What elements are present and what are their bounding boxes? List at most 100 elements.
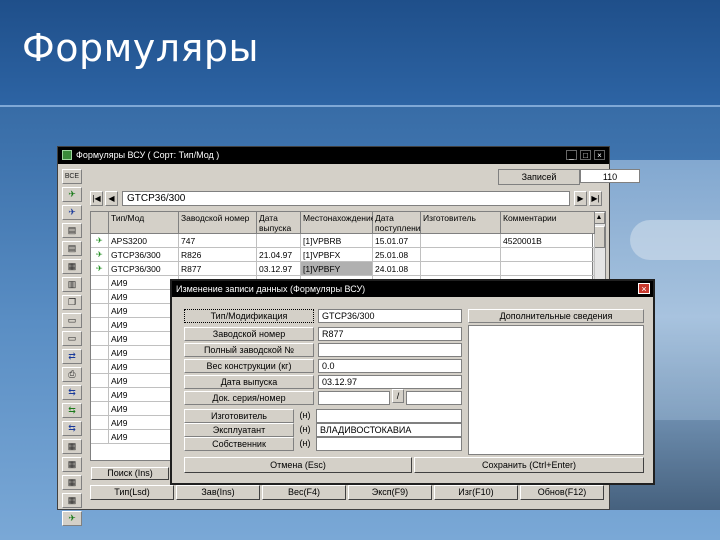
calc-icon[interactable]: ▦ — [62, 439, 82, 454]
table-row[interactable]: ✈ GTCP36/300 R826 21.04.97 [1]VPBFX 25.01.08 — [91, 248, 605, 262]
table-cell[interactable]: 21.04.97 — [257, 248, 301, 262]
prev-record-button[interactable]: ◀ — [105, 191, 118, 206]
table-cell[interactable]: АИ9 — [109, 276, 179, 290]
grid-icon-3[interactable]: ▦ — [62, 493, 82, 508]
table-cell[interactable]: 4520001B — [501, 234, 595, 248]
table-cell[interactable]: АИ9 — [109, 318, 179, 332]
footer-sort-button[interactable]: Обнов(F12) — [520, 485, 604, 500]
table-cell[interactable]: АИ9 — [109, 346, 179, 360]
chart-icon[interactable]: ▥ — [62, 277, 82, 292]
side-toolbar: ВСЕ ✈ ✈ ▤ ▤ ▦ ▥ ❐ ▭ ▭ ⇄ ⎙ ⇆ ⇆ ⇆ ▦ ▦ ▦ ▦ ✈ — [60, 167, 86, 526]
table-cell[interactable]: 25.01.08 — [373, 248, 421, 262]
slide-header: Формуляры — [0, 0, 720, 107]
transfer-icon[interactable]: ⇄ — [62, 349, 82, 364]
field-input[interactable]: 03.12.97 — [318, 375, 462, 389]
copy-icon[interactable]: ❐ — [62, 295, 82, 310]
table-cell[interactable] — [421, 262, 501, 276]
table-cell[interactable]: 15.01.07 — [373, 234, 421, 248]
field-input[interactable] — [318, 343, 462, 357]
column-header[interactable]: Дата поступления — [373, 212, 425, 234]
field-input[interactable] — [316, 409, 462, 423]
print-icon[interactable]: ⎙ — [62, 367, 82, 382]
table-cell[interactable]: АИ9 — [109, 374, 179, 388]
table-cell[interactable]: АИ9 — [109, 290, 179, 304]
table-cell[interactable]: 24.01.08 — [373, 262, 421, 276]
ref-marker: (н) — [299, 410, 311, 420]
find-button[interactable]: Поиск (Ins) — [91, 467, 169, 480]
minimize-button[interactable]: _ — [566, 150, 577, 160]
field-input[interactable]: GTCP36/300 — [318, 309, 462, 323]
current-record-field[interactable]: GTCP36/300 — [122, 191, 570, 206]
row-indicator — [91, 388, 109, 402]
table-cell[interactable]: R826 — [179, 248, 257, 262]
column-header[interactable]: Заводской номер — [179, 212, 257, 234]
table-cell[interactable]: АИ9 — [109, 430, 179, 444]
footer-sort-button[interactable]: Тип(Lsd) — [90, 485, 174, 500]
column-header[interactable]: Тип/Мод — [109, 212, 179, 234]
footer-sort-button[interactable]: Вес(F4) — [262, 485, 346, 500]
link-icon-2[interactable]: ⇆ — [62, 403, 82, 418]
field-input[interactable] — [316, 437, 462, 451]
maximize-button[interactable]: □ — [580, 150, 591, 160]
doc-icon-3[interactable]: ▦ — [62, 259, 82, 274]
field-input[interactable] — [318, 391, 390, 405]
table-cell[interactable]: АИ9 — [109, 332, 179, 346]
next-record-button[interactable]: ▶ — [574, 191, 587, 206]
table-cell[interactable] — [501, 248, 595, 262]
table-cell[interactable]: GTCP36/300 — [109, 262, 179, 276]
footer-sort-button[interactable]: Изг(F10) — [434, 485, 518, 500]
column-header[interactable]: Комментарии — [501, 212, 595, 234]
table-cell[interactable]: АИ9 — [109, 416, 179, 430]
cancel-button[interactable]: Отмена (Esc) — [184, 457, 412, 473]
column-header[interactable]: Изготовитель — [421, 212, 501, 234]
column-header[interactable]: Местонахождение — [301, 212, 375, 234]
table-cell[interactable]: АИ9 — [109, 402, 179, 416]
footer-sort-button[interactable]: Зав(Ins) — [176, 485, 260, 500]
table-cell[interactable]: GTCP36/300 — [109, 248, 179, 262]
table-cell[interactable]: 03.12.97 — [257, 262, 301, 276]
grid-icon-2[interactable]: ▦ — [62, 475, 82, 490]
close-button[interactable]: × — [594, 150, 605, 160]
row-indicator — [91, 360, 109, 374]
edit-record-dialog: Изменение записи данных (Формуляры ВСУ) … — [170, 279, 655, 485]
field-input[interactable]: R877 — [318, 327, 462, 341]
plane-icon[interactable]: ✈ — [62, 511, 82, 526]
table-cell[interactable] — [257, 234, 301, 248]
field-input[interactable]: 0.0 — [318, 359, 462, 373]
table-cell[interactable] — [501, 262, 595, 276]
table-cell[interactable]: [1]VPBRB — [301, 234, 373, 248]
doc-icon-2[interactable]: ▤ — [62, 241, 82, 256]
table-cell[interactable] — [421, 248, 501, 262]
page-icon[interactable]: ▭ — [62, 313, 82, 328]
first-record-button[interactable]: |◀ — [90, 191, 103, 206]
footer-sort-button[interactable]: Эксп(F9) — [348, 485, 432, 500]
table-cell[interactable]: R877 — [179, 262, 257, 276]
table-cell[interactable] — [421, 234, 501, 248]
table-cell[interactable]: АИ9 — [109, 388, 179, 402]
table-row[interactable]: ✈ GTCP36/300 R877 03.12.97 [1]VPBFY 24.01.08 — [91, 262, 605, 276]
table-cell[interactable]: АИ9 — [109, 304, 179, 318]
save-button[interactable]: Сохранить (Ctrl+Enter) — [414, 457, 644, 473]
table-row[interactable]: ✈ APS3200 747 [1]VPBRB 15.01.07 4520001B — [91, 234, 605, 248]
row-indicator: ✈ — [91, 262, 109, 276]
link-icon-3[interactable]: ⇆ — [62, 421, 82, 436]
doc-number-input[interactable] — [406, 391, 462, 405]
table-cell[interactable]: [1]VPBFX — [301, 248, 373, 262]
table-cell[interactable]: APS3200 — [109, 234, 179, 248]
all-icon[interactable]: ВСЕ — [62, 169, 82, 184]
table-cell[interactable]: АИ9 — [109, 360, 179, 374]
last-record-button[interactable]: ▶| — [589, 191, 602, 206]
footer-buttons: Тип(Lsd) Зав(Ins) Вес(F4) Эксп(F9) Изг(F10) О… — [90, 485, 606, 501]
doc-icon[interactable]: ▤ — [62, 223, 82, 238]
plane-edit-icon[interactable]: ✈ — [62, 205, 82, 220]
plane-add-icon[interactable]: ✈ — [62, 187, 82, 202]
link-icon[interactable]: ⇆ — [62, 385, 82, 400]
field-input[interactable]: ВЛАДИВОСТОКАВИА — [316, 423, 462, 437]
dialog-close-button[interactable]: × — [638, 283, 650, 294]
column-header[interactable]: Дата выпуска — [257, 212, 301, 234]
page-icon-2[interactable]: ▭ — [62, 331, 82, 346]
additional-info-field[interactable] — [468, 325, 644, 455]
table-cell[interactable]: 747 — [179, 234, 257, 248]
table-cell[interactable]: [1]VPBFY — [301, 262, 373, 276]
grid-icon[interactable]: ▦ — [62, 457, 82, 472]
